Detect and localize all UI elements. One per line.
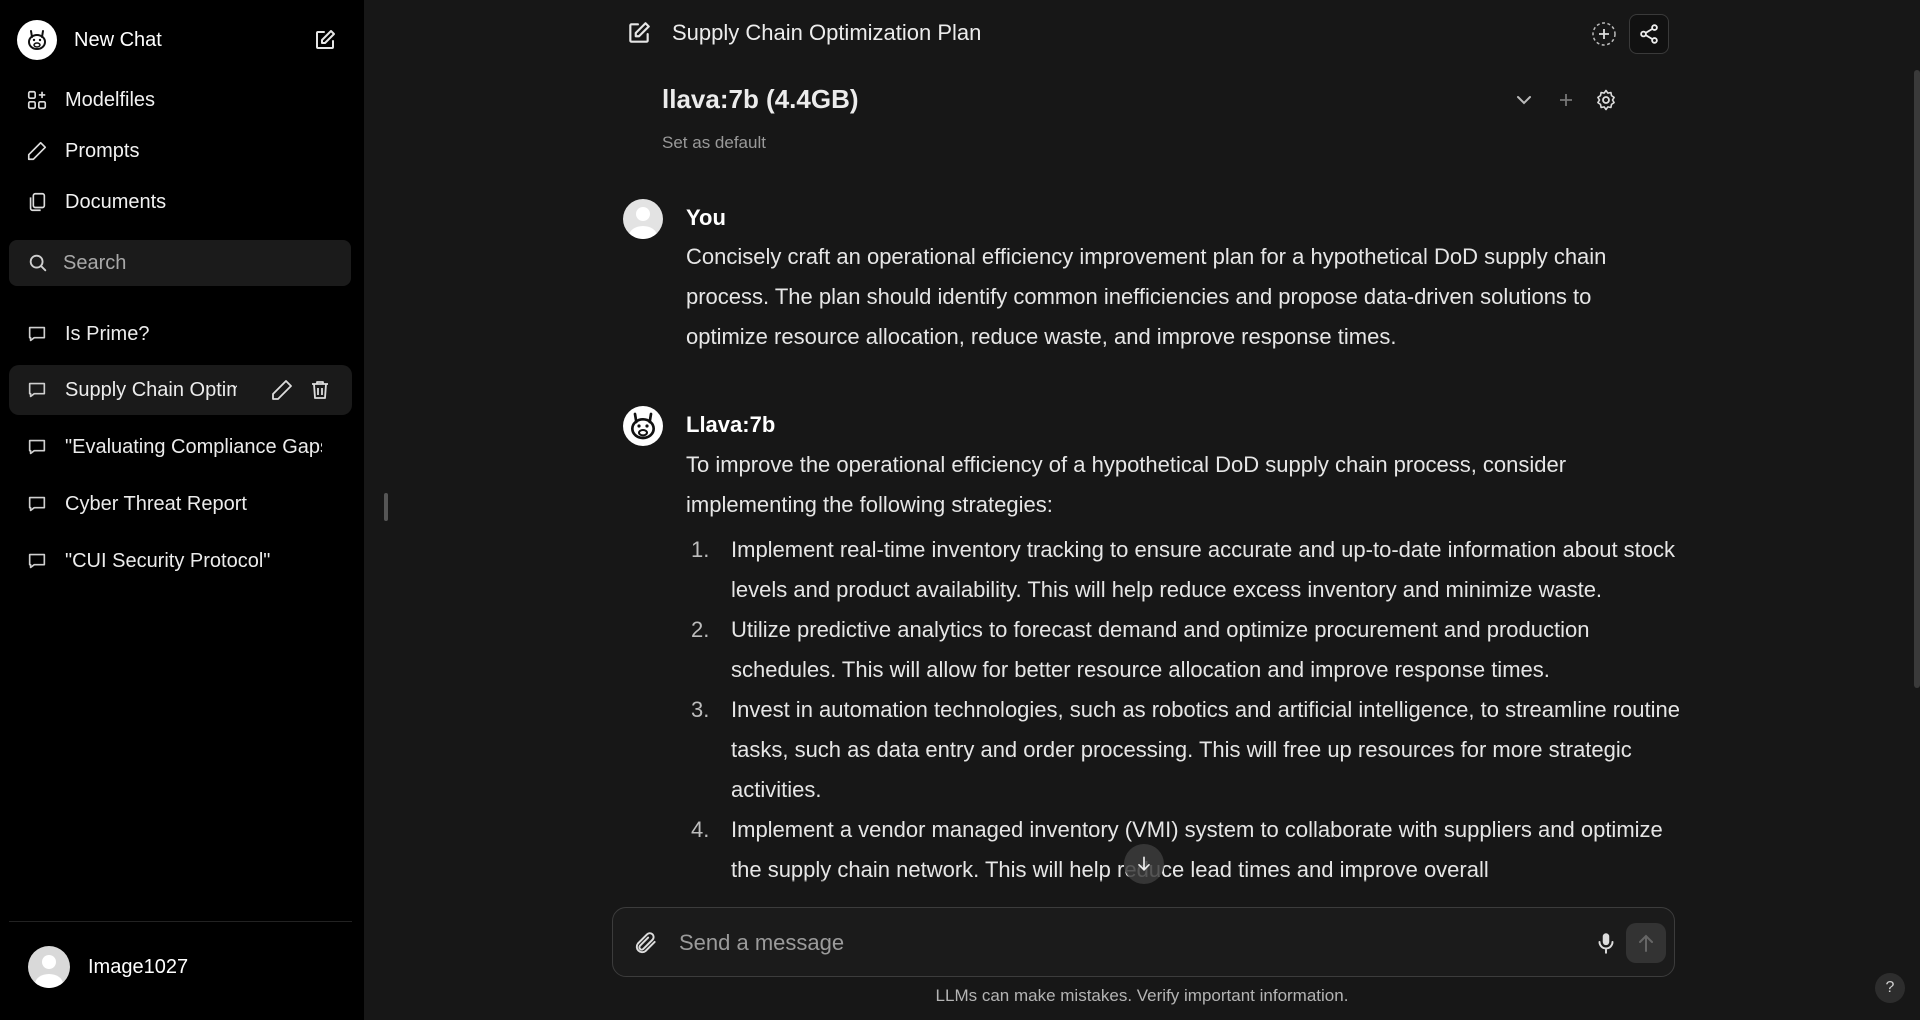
arrow-down-icon xyxy=(1138,856,1150,872)
chat-bubble-icon xyxy=(28,553,46,569)
message-input[interactable] xyxy=(679,926,1559,960)
list-item: 1. Implement real-time inventory trackin… xyxy=(686,530,1686,610)
set-default-link[interactable]: Set as default xyxy=(662,133,766,153)
chat-bubble-icon xyxy=(28,382,46,398)
chat-item-label: "Evaluating Compliance Gaps" xyxy=(65,435,322,458)
model-selector[interactable]: llava:7b (4.4GB) xyxy=(662,84,859,115)
nav-modelfiles-label: Modelfiles xyxy=(65,88,156,111)
assistant-avatar xyxy=(623,406,663,446)
chat-bubble-icon xyxy=(28,496,46,512)
chat-item-cyber-threat[interactable]: Cyber Threat Report xyxy=(9,479,352,529)
list-item: 2. Utilize predictive analytics to forec… xyxy=(686,610,1686,690)
add-model-icon[interactable] xyxy=(1554,88,1578,112)
nav-documents-label: Documents xyxy=(65,190,167,213)
chat-title: Supply Chain Optimization Plan xyxy=(672,20,982,45)
nav-prompts[interactable]: Prompts xyxy=(26,136,139,166)
microphone-icon[interactable] xyxy=(1593,930,1619,956)
sidebar-divider xyxy=(9,921,352,922)
disclaimer-text: LLMs can make mistakes. Verify important… xyxy=(935,986,1349,1005)
assistant-list: 1. Implement real-time inventory trackin… xyxy=(686,530,1686,890)
add-tag-button[interactable] xyxy=(1584,14,1624,54)
chat-item-label: "CUI Security Protocol" xyxy=(65,549,271,572)
chevron-down-icon[interactable] xyxy=(1512,88,1536,112)
scroll-to-bottom-button[interactable] xyxy=(1124,844,1164,884)
list-item-number: 1. xyxy=(691,537,710,562)
user-message-avatar xyxy=(623,199,663,239)
chat-bubble-icon xyxy=(28,439,46,455)
nav-modelfiles[interactable]: Modelfiles xyxy=(26,85,155,115)
arrow-up-icon xyxy=(1639,934,1653,952)
list-item-text: Implement real-time inventory tracking t… xyxy=(731,537,1676,602)
assistant-intro-text: To improve the operational efficiency of… xyxy=(686,452,1567,517)
list-item-text: Utilize predictive analytics to forecast… xyxy=(731,617,1590,682)
chat-item-label: Supply Chain Optimization Plan xyxy=(65,378,237,401)
share-icon xyxy=(1640,24,1658,44)
nav-prompts-label: Prompts xyxy=(65,139,140,162)
search-icon xyxy=(29,254,47,272)
chat-item-is-prime[interactable]: Is Prime? xyxy=(9,309,352,359)
send-button[interactable] xyxy=(1626,923,1666,963)
paperclip-icon[interactable] xyxy=(633,930,659,956)
user-menu[interactable]: Image1027 xyxy=(28,946,188,988)
search-placeholder: Search xyxy=(63,251,127,274)
user-message-text: Concisely craft an operational efficienc… xyxy=(686,244,1607,349)
rename-pencil-icon[interactable] xyxy=(270,378,294,402)
compose-icon[interactable] xyxy=(626,20,652,46)
list-item-number: 2. xyxy=(691,617,710,642)
list-item-number: 3. xyxy=(691,697,710,722)
list-item: 4. Implement a vendor managed inventory … xyxy=(686,810,1686,890)
user-avatar xyxy=(28,946,70,988)
chat-bubble-icon xyxy=(28,326,46,342)
list-item-text: Invest in automation technologies, such … xyxy=(731,697,1680,802)
list-item: 3. Invest in automation technologies, su… xyxy=(686,690,1686,810)
chat-item-label: Cyber Threat Report xyxy=(65,492,247,515)
dashed-plus-icon xyxy=(1592,22,1616,46)
message-composer xyxy=(612,907,1675,977)
chat-item-supply-chain[interactable]: Supply Chain Optimization Plan xyxy=(9,365,352,415)
share-button[interactable] xyxy=(1629,14,1669,54)
list-item-text: Implement a vendor managed inventory (VM… xyxy=(731,817,1663,882)
search-input[interactable]: Search xyxy=(9,240,351,286)
pencil-icon xyxy=(27,141,47,161)
sidebar: New Chat Modelfiles Prompts Documents Se… xyxy=(0,0,364,1020)
help-button[interactable]: ? xyxy=(1875,973,1905,1003)
new-chat-label: New Chat xyxy=(74,28,162,51)
user-message-author: You xyxy=(686,205,726,230)
nav-documents[interactable]: Documents xyxy=(26,187,166,217)
user-name: Image1027 xyxy=(88,955,189,978)
compose-icon[interactable] xyxy=(313,28,337,52)
assistant-message-author: Llava:7b xyxy=(686,412,776,437)
documents-icon xyxy=(29,192,46,212)
grid-plus-icon xyxy=(27,90,47,110)
new-chat-row[interactable]: New Chat xyxy=(17,20,337,60)
chat-item-compliance-gaps[interactable]: "Evaluating Compliance Gaps" xyxy=(9,422,352,472)
chat-item-cui-security[interactable]: "CUI Security Protocol" xyxy=(9,536,352,586)
chat-item-label: Is Prime? xyxy=(65,322,150,345)
trash-icon[interactable] xyxy=(308,378,332,402)
chat-main: Supply Chain Optimization Plan llava:7b … xyxy=(364,0,1920,1020)
gear-icon[interactable] xyxy=(1594,88,1618,112)
scrollbar[interactable] xyxy=(1914,70,1920,688)
list-item-number: 4. xyxy=(691,817,710,842)
content-fade xyxy=(604,880,1704,910)
llama-logo-icon xyxy=(17,20,57,60)
